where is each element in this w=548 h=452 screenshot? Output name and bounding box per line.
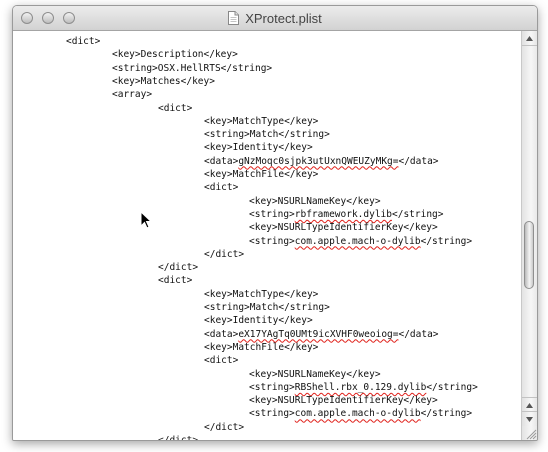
code-line[interactable]: <data>eX17YAgTq0UMt9icXVHF0weoiog=</data… (204, 328, 439, 341)
code-token: <string> (249, 381, 295, 393)
code-line[interactable]: <key>NSURLNameKey</key> (249, 368, 381, 381)
code-token: </string> (420, 235, 473, 247)
code-token: <string>Match</string> (204, 129, 330, 141)
code-line[interactable]: <key>Matches</key> (112, 75, 215, 88)
text-editor-window: XProtect.plist <dict> <key>Description</k… (12, 5, 538, 441)
code-token: <string>Match</string> (204, 302, 330, 313)
code-token: <dict> (204, 182, 239, 194)
code-token: </data> (398, 328, 439, 340)
code-line[interactable]: <string>com.apple.mach-o-dylib</string> (249, 407, 472, 420)
code-line[interactable]: <string>RBShell.rbx_0.129.dylib</string> (249, 381, 478, 394)
code-line[interactable]: <key>MatchType</key> (204, 288, 318, 301)
code-token: <key>MatchType</key> (204, 288, 319, 300)
code-line[interactable]: <key>MatchFile</key> (204, 341, 318, 354)
misspelled-value: eX17YAgTq0UMt9icXVHF0weoiog= (238, 328, 399, 340)
code-line[interactable]: <string>Match</string> (204, 301, 330, 314)
code-line[interactable]: <string>OSX.HellRTS</string> (112, 62, 272, 75)
code-line[interactable]: <dict> (204, 354, 238, 367)
code-token: <array> (112, 89, 153, 101)
code-token: <key>MatchFile</key> (204, 341, 319, 353)
code-token: <data> (204, 328, 239, 340)
code-token: <key>Matches</key> (112, 75, 215, 87)
code-token: </dict> (204, 421, 245, 433)
code-line[interactable]: <key>NSURLTypeIdentifierKey</key> (249, 221, 438, 234)
code-line[interactable]: <dict> (158, 102, 192, 115)
code-token: <key>NSURLTypeIdentifierKey</key> (249, 395, 438, 407)
code-token: </dict> (158, 262, 199, 274)
code-line[interactable]: </dict> (158, 261, 198, 274)
code-line[interactable]: <key>Description</key> (112, 48, 238, 61)
scroll-thumb[interactable] (524, 221, 534, 289)
code-line[interactable]: <string>Match</string> (204, 128, 330, 141)
code-token: </dict> (204, 248, 245, 260)
code-token: <string>OSX.HellRTS</string> (112, 62, 273, 74)
code-line[interactable]: <key>Identity</key> (204, 314, 313, 327)
code-token: <dict> (158, 275, 193, 287)
code-token: </dict> (158, 435, 199, 441)
code-token: </string> (420, 408, 473, 420)
code-line[interactable]: <key>MatchType</key> (204, 115, 318, 128)
misspelled-value: gNzMoqc0sjpk3utUxnQWEUZyMKg= (238, 155, 399, 167)
code-token: <key>NSURLNameKey</key> (249, 195, 381, 207)
code-token: <key>Description</key> (112, 49, 238, 61)
code-line[interactable]: </dict> (204, 421, 244, 434)
code-line[interactable]: <key>NSURLTypeIdentifierKey</key> (249, 394, 438, 407)
code-line[interactable]: <dict> (158, 274, 192, 287)
code-line[interactable]: <key>MatchFile</key> (204, 168, 318, 181)
code-token: <dict> (204, 355, 239, 367)
code-token: <key>NSURLNameKey</key> (249, 368, 381, 380)
vertical-scrollbar[interactable] (521, 31, 537, 440)
code-token: </string> (392, 208, 444, 220)
window-title-group: XProtect.plist (13, 6, 537, 30)
arrow-cursor-icon (140, 210, 153, 229)
scroll-up-top-arrow-icon[interactable] (522, 31, 537, 46)
code-token: <string> (249, 408, 295, 420)
text-area[interactable]: <dict> <key>Description</key> <string>OSX.… (13, 31, 521, 440)
misspelled-value: com.apple.mach-o-dylib (294, 235, 421, 247)
misspelled-value: com.apple.mach-o-dylib (294, 408, 421, 420)
code-token: <dict> (158, 102, 193, 114)
code-line[interactable]: <array> (112, 88, 152, 101)
code-line[interactable]: <dict> (204, 181, 238, 194)
code-line[interactable]: <string>com.apple.mach-o-dylib</string> (249, 235, 472, 248)
code-line[interactable]: <dict> (66, 35, 100, 48)
code-line[interactable]: <key>NSURLNameKey</key> (249, 195, 381, 208)
scroll-down-arrow-icon[interactable] (522, 411, 537, 426)
title-bar[interactable]: XProtect.plist (13, 6, 537, 31)
code-token: <string> (249, 208, 295, 220)
code-token: <dict> (66, 36, 101, 47)
code-line[interactable]: </dict> (158, 434, 199, 441)
window-title: XProtect.plist (245, 10, 322, 26)
code-line[interactable]: </dict> (204, 248, 244, 261)
plist-document-icon[interactable] (228, 11, 240, 25)
misspelled-value: RBShell.rbx_0.129.dylib (294, 381, 427, 393)
code-token: </string> (426, 381, 478, 393)
code-token: <string> (249, 235, 295, 247)
code-token: <key>MatchFile</key> (204, 169, 319, 180)
scroll-up-arrow-icon[interactable] (522, 397, 537, 412)
code-token: <key>NSURLTypeIdentifierKey</key> (249, 222, 438, 234)
code-token: </data> (398, 155, 439, 167)
code-token: <key>Identity</key> (204, 315, 313, 327)
code-token: <key>Identity</key> (204, 142, 313, 154)
code-line[interactable]: <key>Identity</key> (204, 141, 313, 154)
resize-grip-icon[interactable] (522, 426, 537, 440)
code-line[interactable]: <string>rbframework.dylib</string> (249, 208, 443, 221)
code-token: <key>MatchType</key> (204, 115, 319, 127)
code-line[interactable]: <data>gNzMoqc0sjpk3utUxnQWEUZyMKg=</data… (204, 155, 439, 168)
code-token: <data> (204, 155, 239, 167)
misspelled-value: rbframework.dylib (294, 208, 392, 220)
